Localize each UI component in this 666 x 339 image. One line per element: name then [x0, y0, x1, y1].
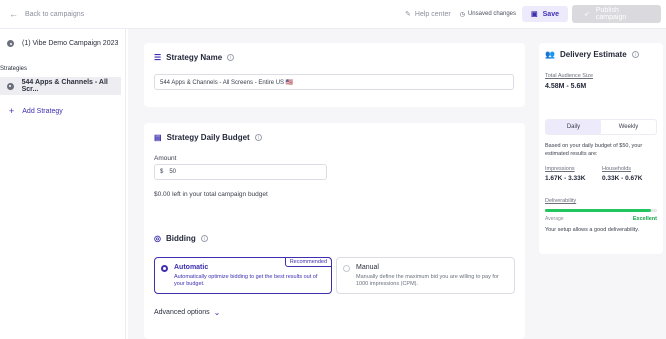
automatic-title: Automatic [174, 264, 209, 271]
bidding-option-automatic[interactable]: Recommended Automatic Automatically opti… [154, 257, 332, 294]
currency-symbol: $ [160, 169, 164, 175]
sidebar-item-strategy[interactable]: 544 Apps & Channels - All Scr... [0, 77, 121, 95]
bidding-title-text: Bidding [165, 234, 196, 243]
daily-budget-title: ▤ Strategy Daily Budget i [154, 133, 262, 142]
help-label: Help center [414, 10, 451, 18]
strategy-name-input[interactable]: 544 Apps & Channels - All Screens - Enti… [154, 74, 514, 90]
bidding-title: ◎ Bidding i [154, 234, 208, 243]
add-strategy-button[interactable]: + Add Strategy [9, 106, 63, 116]
deliverability-bar-fill [545, 209, 652, 212]
delivery-panel: 👥 Delivery Estimate i Total Audience Siz… [533, 29, 666, 339]
manual-title: Manual [356, 264, 379, 271]
delivery-estimate-card: 👥 Delivery Estimate i Total Audience Siz… [539, 43, 663, 254]
strategy-name-title: ☰ Strategy Name i [154, 53, 235, 62]
deliverability-note: Your setup allows a good deliverability. [545, 227, 640, 233]
info-icon[interactable]: i [200, 235, 208, 242]
tab-weekly[interactable]: Weekly [601, 120, 656, 134]
bullet-icon [7, 40, 14, 47]
recommended-badge: Recommended [284, 257, 332, 267]
impressions-value: 1.67K - 3.33K [545, 175, 586, 182]
scale-high-label: Excellent [632, 216, 657, 222]
estimate-note: Based on your daily budget of $50, your … [545, 143, 643, 157]
campaign-item[interactable]: (1) Vibe Demo Campaign 2023 [7, 40, 118, 47]
remaining-budget-text: $0.00 left in your total campaign budget [154, 191, 268, 198]
automatic-radio[interactable] [161, 265, 168, 272]
bidding-icon: ◎ [154, 234, 161, 243]
add-strategy-label: Add Strategy [22, 107, 63, 115]
arrow-left-icon: ← [9, 9, 18, 19]
bullet-icon [7, 82, 14, 90]
scale-low-label: Average [545, 216, 564, 222]
households-label: Households [602, 166, 632, 172]
amount-label: Amount [154, 155, 177, 162]
chevron-down-icon: ⌄ [213, 308, 221, 317]
unsaved-label: Unsaved changes [467, 11, 517, 17]
save-icon: ▣ [531, 11, 538, 18]
unsaved-status: ◷ Unsaved changes [460, 11, 516, 18]
manual-description: Manually define the maximum bid you are … [356, 274, 499, 287]
budget-icon: ▤ [154, 133, 162, 142]
strategy-name-card: ☰ Strategy Name i 544 Apps & Channels - … [144, 43, 525, 107]
daily-budget-card: ▤ Strategy Daily Budget i Amount $ 50 $0… [144, 123, 525, 237]
back-label: Back to campaigns [25, 10, 85, 18]
info-icon[interactable]: i [631, 51, 639, 58]
deliverability-label: Deliverability [545, 198, 577, 204]
edit-icon: ✎ [405, 11, 411, 18]
tab-daily[interactable]: Daily [546, 120, 601, 134]
delivery-estimate-title: 👥 Delivery Estimate i [545, 50, 639, 59]
amount-input[interactable]: $ 50 [154, 164, 327, 180]
advanced-options-label: Advanced options [154, 309, 210, 316]
period-toggle: Daily Weekly [545, 119, 657, 135]
publish-label: Publish campaign [595, 7, 627, 21]
strategies-heading: Strategies [0, 66, 28, 72]
main-content: ☰ Strategy Name i 544 Apps & Channels - … [128, 29, 533, 339]
bidding-option-manual[interactable]: Manual Manually define the maximum bid y… [336, 257, 515, 294]
save-button[interactable]: ▣ Save [522, 6, 568, 22]
publish-campaign-button[interactable]: ➶ Publish campaign [572, 5, 661, 23]
lines-icon: ☰ [154, 53, 162, 62]
back-to-campaigns-link[interactable]: ← Back to campaigns [9, 9, 84, 19]
help-center-link[interactable]: ✎ Help center [405, 10, 451, 19]
clock-icon: ◷ [459, 11, 465, 18]
audience-size-value: 4.58M - 5.6M [545, 83, 587, 90]
save-label: Save [542, 10, 559, 18]
top-bar: ← Back to campaigns ✎ Help center ◷ Unsa… [0, 0, 666, 29]
rocket-icon: ➶ [584, 11, 590, 18]
daily-budget-title-text: Strategy Daily Budget [166, 133, 250, 142]
audience-size-label: Total Audience Size [545, 73, 594, 79]
delivery-title-text: Delivery Estimate [559, 50, 627, 59]
info-icon[interactable]: i [227, 54, 235, 61]
info-icon[interactable]: i [254, 134, 262, 141]
deliverability-bar [545, 209, 657, 212]
advanced-options-toggle[interactable]: Advanced options ⌄ [154, 308, 220, 317]
campaign-name: (1) Vibe Demo Campaign 2023 [22, 40, 119, 47]
amount-value: 50 [169, 169, 177, 175]
top-actions: ✎ Help center ◷ Unsaved changes ▣ Save ➶… [405, 5, 661, 23]
automatic-description: Automatically optimize bidding to get th… [174, 274, 318, 287]
bidding-card: ◎ Bidding i Recommended Automatic Automa… [144, 224, 525, 339]
impressions-label: Impressions [545, 166, 575, 172]
strategy-name-title-text: Strategy Name [166, 53, 223, 62]
sidebar: (1) Vibe Demo Campaign 2023 Strategies 5… [0, 29, 126, 339]
strategy-label: 544 Apps & Channels - All Scr... [21, 79, 108, 93]
plus-icon: + [9, 106, 15, 116]
manual-radio[interactable] [343, 265, 350, 272]
households-value: 0.33K - 0.67K [602, 175, 643, 182]
users-icon: 👥 [545, 50, 555, 59]
